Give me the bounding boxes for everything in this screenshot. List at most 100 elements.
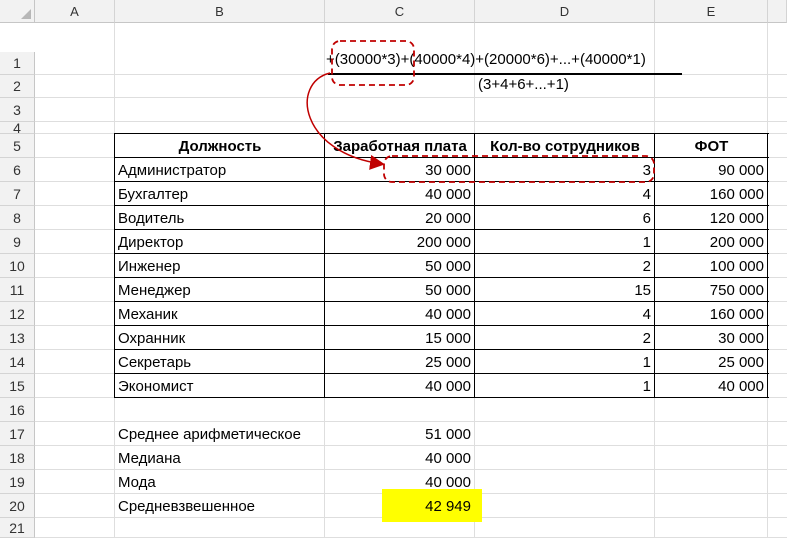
row-header-1[interactable]: 1 [0,52,35,75]
stat-label-median[interactable]: Медиана [115,446,325,470]
header-employee-count[interactable]: Кол-во сотрудников [475,134,655,158]
row-header-3[interactable]: 3 [0,98,35,122]
cell-employee-count[interactable]: 2 [475,254,655,278]
column-header-d[interactable]: D [475,0,655,23]
cell-payroll[interactable]: 40 000 [655,374,768,398]
table-border [324,133,325,398]
row-header-13[interactable]: 13 [0,326,35,350]
cell-payroll[interactable]: 200 000 [655,230,768,254]
row-header-6[interactable]: 6 [0,158,35,182]
row-header-7[interactable]: 7 [0,182,35,206]
cell-payroll[interactable]: 100 000 [655,254,768,278]
stat-value-median[interactable]: 40 000 [325,446,475,470]
fraction-bar [328,73,682,75]
stat-value-mode[interactable]: 40 000 [325,470,475,494]
stat-label-mean[interactable]: Среднее арифметическое [115,422,325,446]
table-border [115,349,769,350]
cell-employee-count[interactable]: 2 [475,326,655,350]
table-border [115,373,769,374]
row-header-9[interactable]: 9 [0,230,35,254]
row-header-15[interactable]: 15 [0,374,35,398]
table-border [115,133,769,134]
table-border [767,133,768,398]
table-border [654,133,655,398]
cell-salary[interactable]: 30 000 [325,158,475,182]
table-border [115,325,769,326]
stat-value-weighted-average[interactable]: 42 949 [325,494,475,518]
row-header-17[interactable]: 17 [0,422,35,446]
cell-position[interactable]: Механик [115,302,325,326]
cell-payroll[interactable]: 25 000 [655,350,768,374]
cell-position[interactable]: Администратор [115,158,325,182]
header-payroll[interactable]: ФОТ [655,134,768,158]
worksheet-grid[interactable]: +(30000*3)+(40000*4)+(20000*6)+...+(4000… [35,23,787,538]
cell-payroll[interactable]: 30 000 [655,326,768,350]
row-header-5[interactable]: 5 [0,134,35,158]
stat-label-mode[interactable]: Мода [115,470,325,494]
row-header-4[interactable]: 4 [0,120,35,136]
cell-salary[interactable]: 50 000 [325,254,475,278]
cell-salary[interactable]: 25 000 [325,350,475,374]
row-header-2[interactable]: 2 [0,75,35,98]
header-salary[interactable]: Заработная плата [325,134,475,158]
cell-position[interactable]: Бухгалтер [115,182,325,206]
row-header-10[interactable]: 10 [0,254,35,278]
cell-payroll[interactable]: 750 000 [655,278,768,302]
row-header-20[interactable]: 20 [0,494,35,518]
cell-salary[interactable]: 20 000 [325,206,475,230]
cell-payroll[interactable]: 120 000 [655,206,768,230]
row-header-16[interactable]: 16 [0,398,35,422]
cell-employee-count[interactable]: 1 [475,230,655,254]
gridline-horizontal [35,121,787,122]
column-header-e[interactable]: E [655,0,768,23]
cell-employee-count[interactable]: 1 [475,374,655,398]
table-border [115,181,769,182]
select-all-corner[interactable] [0,0,35,23]
cell-position[interactable]: Экономист [115,374,325,398]
cell-position[interactable]: Охранник [115,326,325,350]
cell-salary[interactable]: 40 000 [325,182,475,206]
cell-position[interactable]: Инженер [115,254,325,278]
cell-position[interactable]: Менеджер [115,278,325,302]
select-all-triangle-icon [21,9,31,19]
cell-employee-count[interactable]: 15 [475,278,655,302]
table-border [115,253,769,254]
table-border [114,133,115,398]
cell-position[interactable]: Водитель [115,206,325,230]
column-header-b[interactable]: B [115,0,325,23]
stat-value-mean[interactable]: 51 000 [325,422,475,446]
gridline-horizontal [35,97,787,98]
cell-employee-count[interactable]: 4 [475,302,655,326]
header-position[interactable]: Должность [115,134,325,158]
cell-employee-count[interactable]: 6 [475,206,655,230]
cell-position[interactable]: Секретарь [115,350,325,374]
row-header-18[interactable]: 18 [0,446,35,470]
cell-payroll[interactable]: 90 000 [655,158,768,182]
cell-salary[interactable]: 15 000 [325,326,475,350]
table-border [115,301,769,302]
row-header-21[interactable]: 21 [0,518,35,538]
column-header-a[interactable]: A [35,0,115,23]
cell-employee-count[interactable]: 1 [475,350,655,374]
cell-position[interactable]: Директор [115,230,325,254]
table-border [115,277,769,278]
cell-salary[interactable]: 50 000 [325,278,475,302]
cell-employee-count[interactable]: 3 [475,158,655,182]
stat-label-weighted-average[interactable]: Средневзвешенное [115,494,325,518]
cell-salary[interactable]: 40 000 [325,374,475,398]
table-border [115,205,769,206]
row-header-14[interactable]: 14 [0,350,35,374]
row-header-12[interactable]: 12 [0,302,35,326]
cell-payroll[interactable]: 160 000 [655,302,768,326]
cell-salary[interactable]: 40 000 [325,302,475,326]
cell-salary[interactable]: 200 000 [325,230,475,254]
cell-payroll[interactable]: 160 000 [655,182,768,206]
column-header-overflow [768,0,787,23]
cell-employee-count[interactable]: 4 [475,182,655,206]
table-border [115,157,769,158]
row-header-19[interactable]: 19 [0,470,35,494]
row-header-8[interactable]: 8 [0,206,35,230]
column-header-c[interactable]: C [325,0,475,23]
table-border [115,397,769,398]
row-header-11[interactable]: 11 [0,278,35,302]
